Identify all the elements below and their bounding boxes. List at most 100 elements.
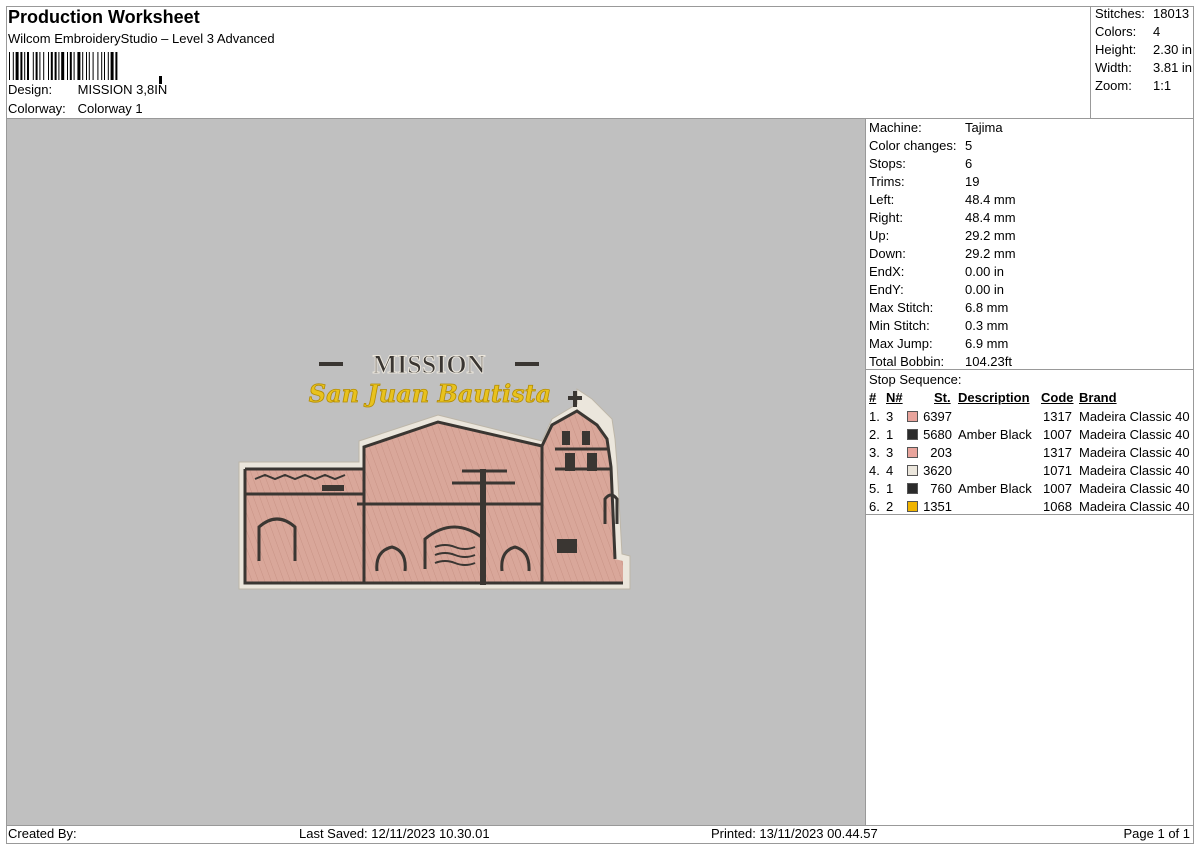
info-label: EndY: [869,282,904,297]
stop-num: 2. [869,427,880,442]
stop-stitches: 3620 [923,463,952,478]
col-num-header: # [869,390,877,405]
stop-brand: Madeira Classic 40 [1079,463,1190,478]
stop-stitches: 203 [930,445,952,460]
info-label: Color changes: [869,138,957,153]
info-label: Up: [869,228,890,243]
info-row: Down: 29.2 mm [869,245,1016,263]
stop-row: 3. 3 203 1317 Madeira Classic 40 [866,444,1194,462]
stop-code: 1317 [1043,445,1072,460]
info-row: Color changes: 5 [869,137,972,155]
info-label: Machine: [869,120,922,135]
stop-description: Amber Black [958,481,1032,496]
created-by: Created By: [8,826,77,841]
info-row: Up: 29.2 mm [869,227,1016,245]
worksheet-footer: Created By: Last Saved: 12/11/2023 10.30… [6,825,1194,844]
software-subtitle: Wilcom EmbroideryStudio – Level 3 Advanc… [8,31,275,46]
summary-label: Zoom: [1095,78,1132,93]
colorway-label: Colorway: [8,101,66,116]
info-row: Total Bobbin: 104.23ft [869,353,1012,371]
stop-num: 1. [869,409,880,424]
summary-label: Stitches: [1095,6,1145,21]
summary-value: 4 [1153,24,1161,39]
summary-label: Width: [1095,60,1132,75]
colorway-value: Colorway 1 [77,101,143,116]
mission-script-text: San Juan Bautista [309,379,551,408]
info-value: Tajima [965,120,1003,135]
stop-brand: Madeira Classic 40 [1079,445,1190,460]
info-value: 29.2 mm [965,228,1016,243]
color-swatch [907,411,918,422]
printed-date: Printed: 13/11/2023 00.44.57 [711,826,878,841]
info-value: 6 [965,156,973,171]
info-row: Left: 48.4 mm [869,191,1016,209]
info-row: Max Stitch: 6.8 mm [869,299,1008,317]
summary-colors: Colors: 4 [1095,24,1160,39]
summary-label: Height: [1095,42,1137,57]
info-label: Left: [869,192,895,207]
stop-stitches: 760 [930,481,952,496]
stop-needle: 3 [886,409,894,424]
stop-stitches: 6397 [923,409,952,424]
last-saved: Last Saved: 12/11/2023 10.30.01 [299,826,490,841]
info-value: 48.4 mm [965,210,1016,225]
summary-value: 3.81 in [1153,60,1193,75]
info-label: Stops: [869,156,906,171]
info-label: Total Bobbin: [869,354,945,369]
stop-brand: Madeira Classic 40 [1079,499,1190,514]
stop-code: 1007 [1043,427,1072,442]
summary-panel: Stitches: 18013 Colors: 4 Height: 2.30 in W… [1090,6,1195,118]
page-number: Page 1 of 1 [1123,826,1191,841]
summary-value: 2.30 in [1153,42,1193,57]
stop-code: 1071 [1043,463,1072,478]
stop-stitches: 5680 [923,427,952,442]
colorway-row: Colorway: Colorway 1 [8,101,143,116]
info-value: 6.8 mm [965,300,1009,315]
stop-num: 6. [869,499,880,514]
info-label: Max Jump: [869,336,933,351]
info-label: Max Stitch: [869,300,934,315]
stop-row: 2. 1 5680 Amber Black 1007 Madeira Classic 40 [866,426,1194,444]
stop-needle: 4 [886,463,894,478]
stop-row: 6. 2 1351 1068 Madeira Classic 40 [866,498,1194,516]
col-brand-header: Brand [1079,390,1117,405]
info-row: Trims: 19 [869,173,979,191]
stop-num: 4. [869,463,880,478]
stop-row: 4. 4 3620 1071 Madeira Classic 40 [866,462,1194,480]
design-label: Design: [8,82,53,97]
info-value: 19 [965,174,980,189]
info-row: EndX: 0.00 in [869,263,1004,281]
stop-stitches: 1351 [923,499,952,514]
stop-needle: 3 [886,445,894,460]
page-title: Production Worksheet [8,7,200,27]
design-name-row: Design: MISSION 3,8IN [8,82,167,97]
info-label: EndX: [869,264,905,279]
stop-code: 1068 [1043,499,1072,514]
stop-needle: 2 [886,499,894,514]
info-value: 0.00 in [965,282,1005,297]
stop-description: Amber Black [958,427,1032,442]
stop-row: 1. 3 6397 1317 Madeira Classic 40 [866,408,1194,426]
info-row: EndY: 0.00 in [869,281,1004,299]
info-value: 104.23ft [965,354,1012,369]
stop-needle: 1 [886,427,894,442]
info-value: 6.9 mm [965,336,1009,351]
stop-row: 5. 1 760 Amber Black 1007 Madeira Classic 40 [866,480,1194,498]
info-row: Stops: 6 [869,155,972,173]
color-swatch [907,501,918,512]
summary-value: 18013 [1153,6,1190,21]
stop-brand: Madeira Classic 40 [1079,481,1190,496]
summary-stitches: Stitches: 18013 [1095,6,1189,21]
col-description-header: Description [958,390,1030,405]
info-value: 29.2 mm [965,246,1016,261]
mission-title-text: MISSION [319,350,539,380]
info-label: Min Stitch: [869,318,930,333]
summary-height: Height: 2.30 in [1095,42,1192,57]
color-swatch [907,429,918,440]
stop-num: 3. [869,445,880,460]
info-value: 0.3 mm [965,318,1009,333]
summary-value: 1:1 [1153,78,1172,93]
design-value: MISSION 3,8IN [77,82,168,97]
stop-brand: Madeira Classic 40 [1079,427,1190,442]
stop-needle: 1 [886,481,894,496]
